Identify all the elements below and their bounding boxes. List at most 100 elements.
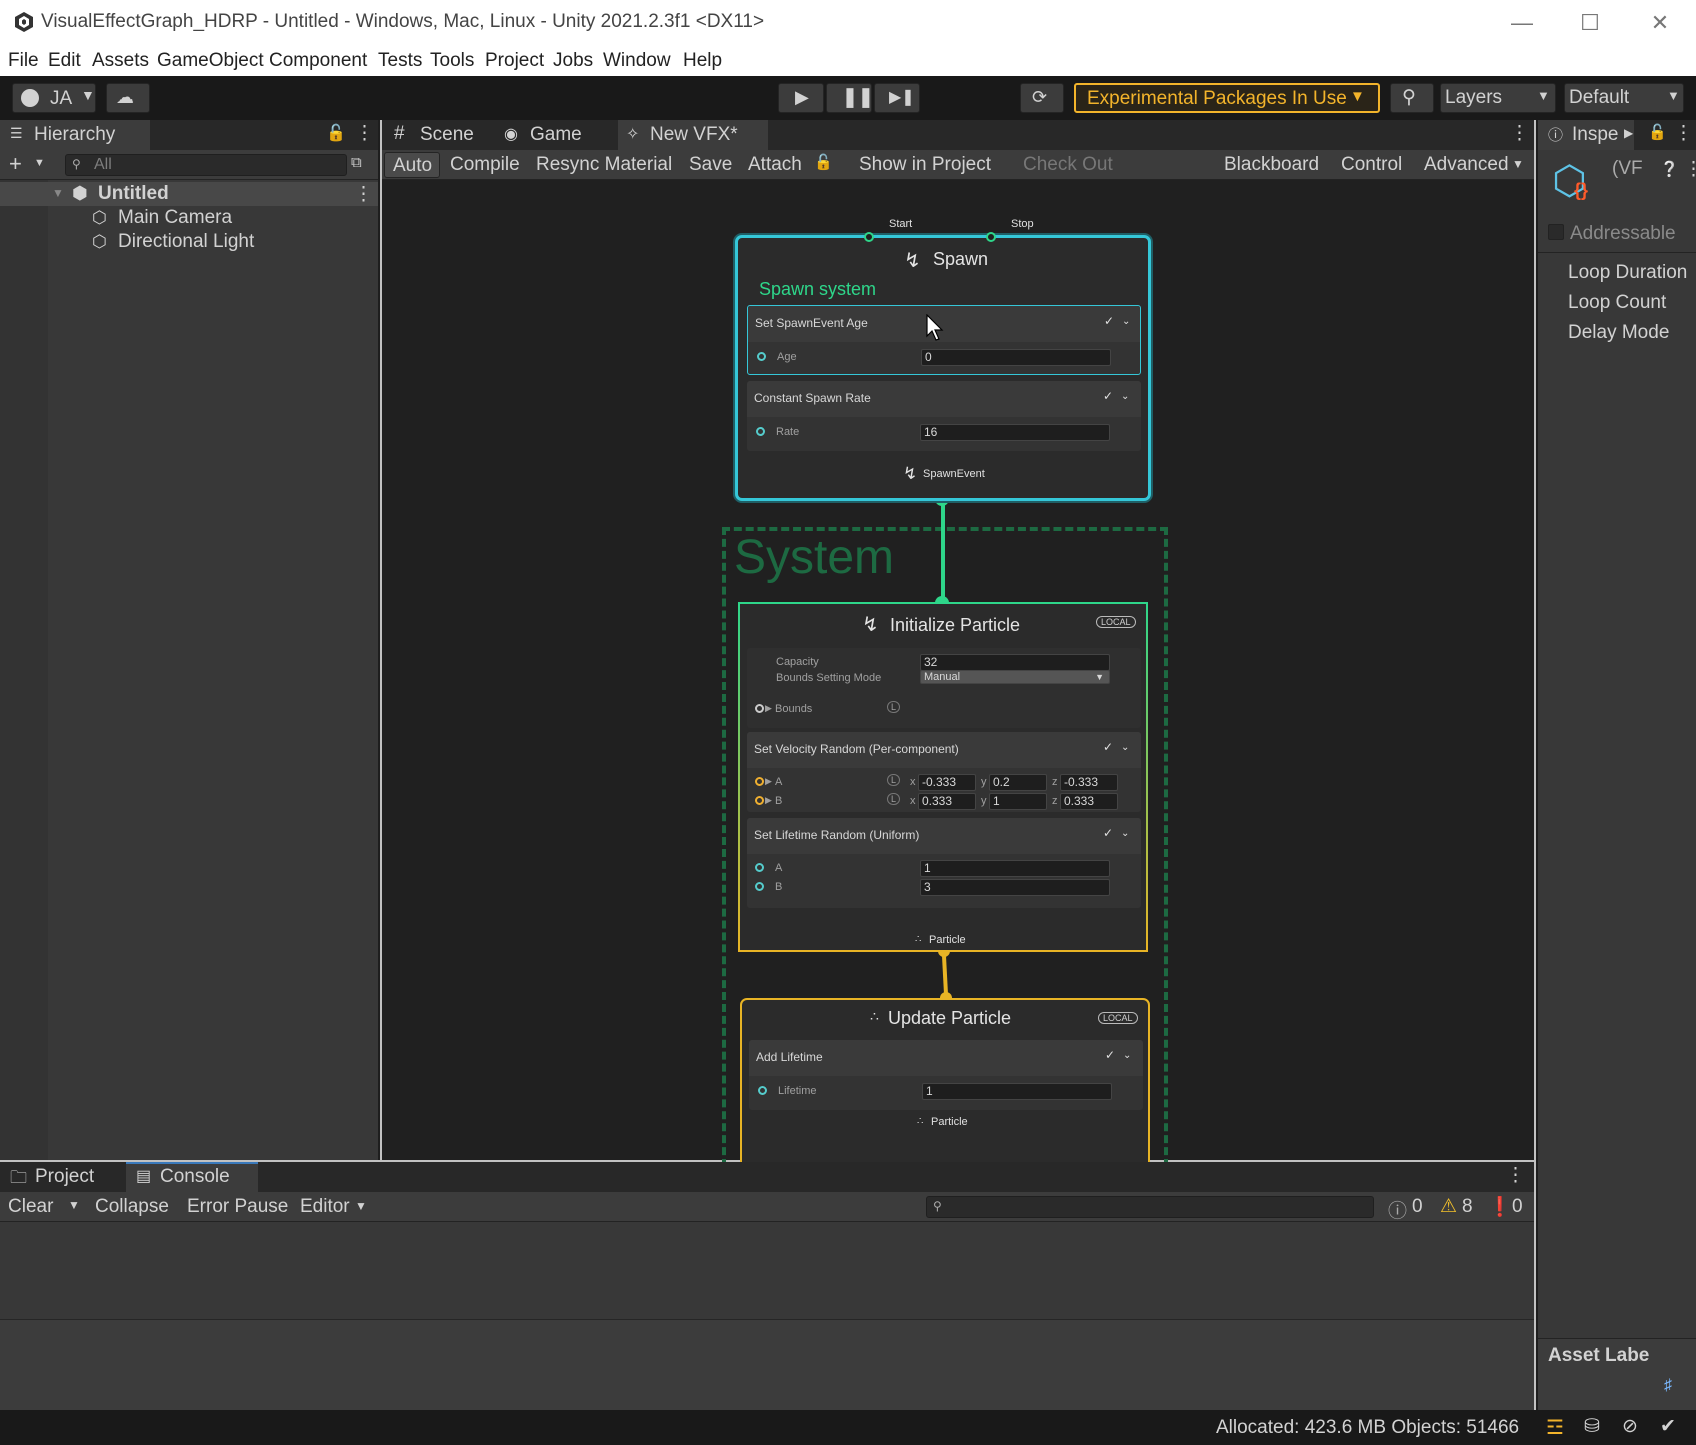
cloud-button[interactable]: ☁ [106,83,150,113]
initialize-particle-node[interactable]: ↯ Initialize Particle LOCAL Capacity 32 … [738,602,1148,952]
account-dropdown[interactable]: JA ▼ [12,83,96,113]
info-count-toggle[interactable]: ⓘ 0 [1384,1192,1436,1222]
maximize-button[interactable]: ☐ [1570,8,1610,38]
velocity-a-z-field[interactable]: -0.333 [1060,774,1118,791]
bounds-mode-select[interactable]: Manual ▼ [920,670,1110,684]
velocity-a-port[interactable] [755,777,764,786]
stop-port[interactable] [986,232,996,242]
velocity-a-x-field[interactable]: -0.333 [918,774,976,791]
cache-server-icon[interactable]: ⛁ [1584,1415,1600,1438]
velocity-b-port[interactable] [755,796,764,805]
debug-bug-icon[interactable]: ☲ [1546,1415,1564,1440]
menu-assets[interactable]: Assets [92,50,149,72]
help-icon[interactable]: ❔ [1660,160,1679,178]
more-options-icon[interactable]: ⋮ [355,122,374,145]
menu-help[interactable]: Help [683,50,722,72]
auto-toggle[interactable]: Auto [384,152,440,178]
menu-component[interactable]: Component [269,50,367,72]
network-icon[interactable]: ⊘ [1622,1415,1638,1438]
search-button[interactable]: ⚲ [1390,83,1434,113]
layout-dropdown[interactable]: Default ▼ [1564,83,1684,113]
menu-edit[interactable]: Edit [48,50,81,72]
label-tag-icon[interactable]: ♯ [1664,1377,1672,1395]
chevron-right-icon[interactable]: ▶ [1624,126,1633,140]
advanced-dropdown[interactable]: Advanced [1424,154,1509,176]
check-out-button[interactable]: Check Out [1023,154,1113,176]
chevron-down-icon[interactable]: ⌄ [1123,1050,1137,1064]
local-space-icon[interactable]: L [887,701,901,713]
menu-tools[interactable]: Tools [430,50,474,72]
error-pause-toggle[interactable]: Error Pause [187,1196,288,1218]
warning-count-toggle[interactable]: ⚠ 8 [1438,1192,1484,1222]
spawn-to-init-link[interactable] [941,498,945,602]
tab-game[interactable]: ◉ Game [494,120,602,150]
collapse-toggle[interactable]: Collapse [95,1196,169,1218]
menu-window[interactable]: Window [603,50,671,72]
undo-history-button[interactable]: ⟳ [1020,83,1064,113]
tab-new-vfx[interactable]: ✧ New VFX* [618,120,768,150]
compile-button[interactable]: Compile [450,154,520,176]
console-detail-area[interactable] [0,1320,1534,1410]
close-button[interactable]: ✕ [1640,8,1680,38]
velocity-b-x-field[interactable]: 0.333 [918,793,976,810]
menu-file[interactable]: File [8,50,39,72]
save-button[interactable]: Save [689,154,732,176]
chevron-down-icon[interactable]: ⌄ [1121,742,1135,756]
enabled-checkbox[interactable]: ✓ [1103,826,1117,840]
lifetime-b-field[interactable]: 3 [920,879,1110,896]
local-space-badge[interactable]: LOCAL [1098,1012,1138,1024]
spawn-system-name[interactable]: Spawn system [759,279,876,300]
minimize-button[interactable]: — [1502,8,1542,38]
chevron-down-icon[interactable]: ⌄ [1121,828,1135,842]
hierarchy-search-input[interactable]: ⚲ All [65,154,347,176]
chevron-down-icon[interactable]: ⌄ [1121,391,1135,405]
more-options-icon[interactable]: ⋮ [1674,122,1693,145]
experimental-packages-dropdown[interactable]: Experimental Packages In Use ▼ [1074,83,1380,113]
bounds-port[interactable] [755,704,764,713]
control-button[interactable]: Control [1341,154,1402,176]
more-options-icon[interactable]: ⋮ [354,183,373,206]
velocity-b-y-field[interactable]: 1 [989,793,1047,810]
rate-field[interactable]: 16 [920,424,1110,441]
inspector-tab[interactable]: ⓘ Inspe ▶ [1538,120,1634,150]
blackboard-button[interactable]: Blackboard [1224,154,1319,176]
editor-dropdown[interactable]: Editor [300,1196,350,1218]
tab-project[interactable]: 🗀 Project [2,1162,122,1192]
show-in-project-button[interactable]: Show in Project [859,154,991,176]
check-icon[interactable]: ✔ [1660,1415,1676,1438]
hierarchy-item[interactable]: ⬡ Directional Light [0,230,378,254]
chevron-down-icon[interactable]: ▼ [68,1198,80,1212]
lifetime-a-port[interactable] [755,863,764,872]
scene-row[interactable]: ▼ ⬢ Untitled ⋮ [0,182,378,206]
age-field[interactable]: 0 [921,349,1111,366]
clear-button[interactable]: Clear [8,1196,53,1218]
local-space-icon[interactable]: L [887,774,901,786]
layers-dropdown[interactable]: Layers ▼ [1440,83,1556,113]
attach-button[interactable]: Attach [748,154,802,176]
velocity-a-y-field[interactable]: 0.2 [989,774,1047,791]
expand-arrow-icon[interactable]: ▼ [52,186,64,200]
expand-arrow-icon[interactable]: ▶ [765,795,772,806]
local-space-badge[interactable]: LOCAL [1096,616,1136,628]
menu-project[interactable]: Project [485,50,544,72]
menu-tests[interactable]: Tests [378,50,422,72]
expand-arrow-icon[interactable]: ▶ [765,703,772,714]
spawn-context-node[interactable]: ↯ Spawn Spawn system Set SpawnEvent Age … [735,232,1151,501]
hierarchy-item[interactable]: ⬡ Main Camera [0,206,378,230]
lifetime-b-port[interactable] [755,882,764,891]
error-count-toggle[interactable]: ❗ 0 [1486,1192,1532,1222]
rate-port[interactable] [756,427,765,436]
enabled-checkbox[interactable]: ✓ [1103,389,1117,403]
resync-material-button[interactable]: Resync Material [536,154,672,176]
tab-console[interactable]: ▤ Console [126,1162,258,1192]
expand-arrow-icon[interactable]: ▶ [765,776,772,787]
play-button[interactable]: ▶ [778,83,824,113]
scene-visibility-icon[interactable]: ⧉ [351,154,362,171]
addressable-checkbox[interactable] [1548,224,1564,240]
system-label[interactable]: System [734,530,894,585]
more-options-icon[interactable]: ⋮ [1506,1164,1525,1187]
enabled-checkbox[interactable]: ✓ [1103,740,1117,754]
set-velocity-random-block[interactable]: Set Velocity Random (Per-component) ✓ ⌄ … [747,732,1141,812]
hierarchy-tab[interactable]: ☰ Hierarchy [0,120,150,150]
lock-icon[interactable]: 🔓 [1648,123,1667,141]
